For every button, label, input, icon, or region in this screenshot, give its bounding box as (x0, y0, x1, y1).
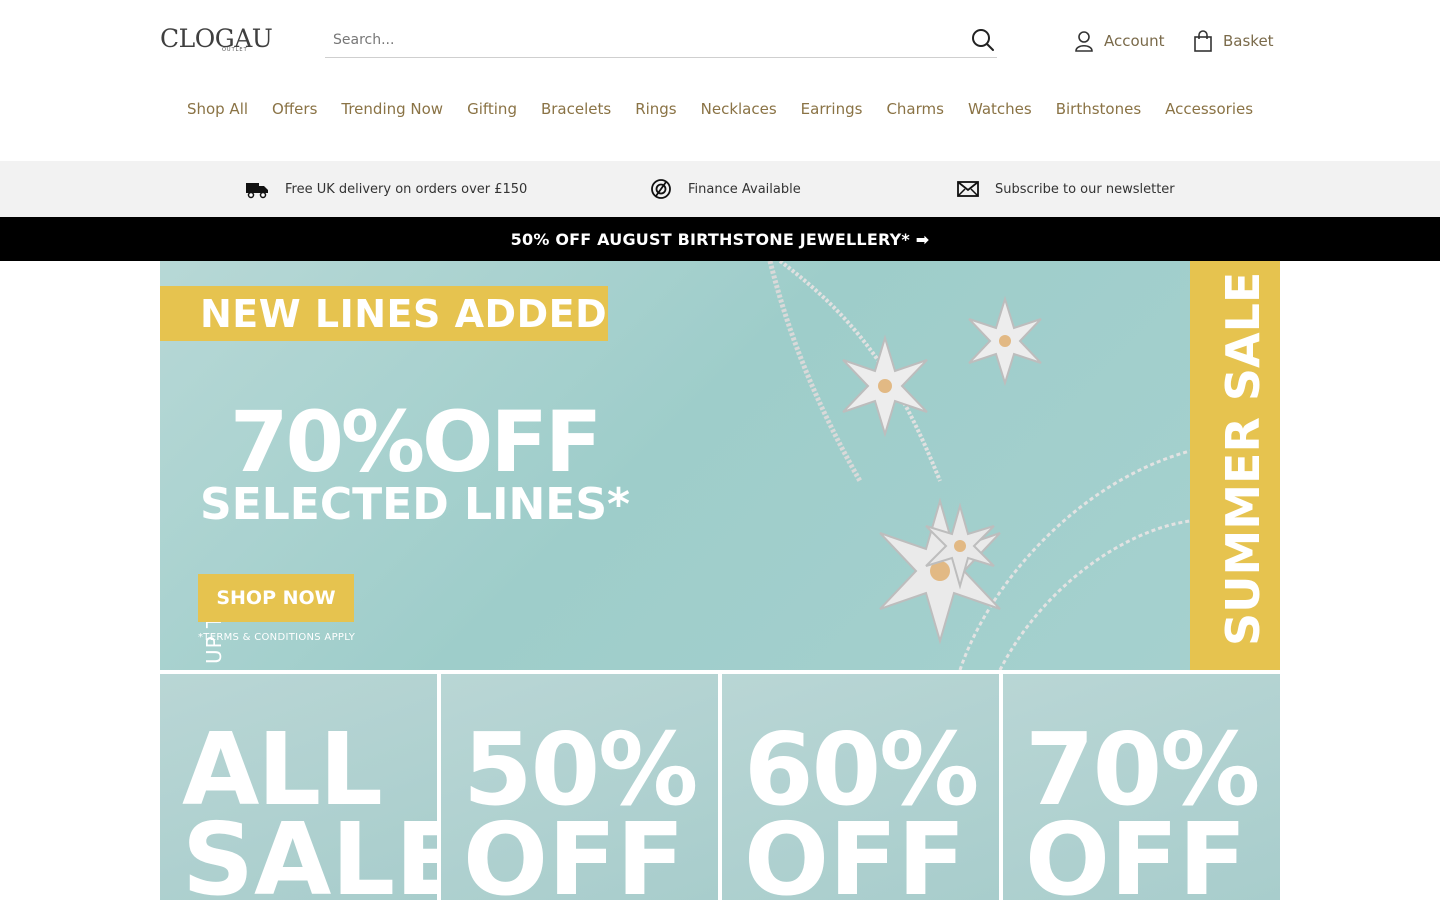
tile-70-off[interactable]: 70% OFF (1003, 674, 1280, 900)
site-header: CLOGAU OUTLET Account Basket Shop All Of… (0, 0, 1440, 160)
search-input[interactable] (333, 30, 953, 50)
main-nav: Shop All Offers Trending Now Gifting Bra… (0, 96, 1440, 122)
nav-accessories[interactable]: Accessories (1153, 96, 1265, 122)
logo-subtext: OUTLET (222, 47, 248, 53)
tile-50-off[interactable]: 50% OFF (441, 674, 718, 900)
tile-60-off[interactable]: 60% OFF (722, 674, 999, 900)
nav-watches[interactable]: Watches (956, 96, 1044, 122)
envelope-icon (957, 181, 979, 197)
search-icon[interactable] (969, 26, 997, 54)
basket-label: Basket (1223, 32, 1274, 50)
tile-small-text: OFF (1025, 801, 1247, 900)
hero-selected-lines: SELECTED LINES* (200, 479, 631, 530)
usp-finance[interactable]: Finance Available (650, 161, 801, 217)
tile-small-text: OFF (744, 801, 966, 900)
promo-text: 50% OFF AUGUST BIRTHSTONE JEWELLERY* ➡ (510, 229, 930, 249)
tile-small-text: SALE (182, 801, 437, 900)
nav-earrings[interactable]: Earrings (789, 96, 875, 122)
nav-trending-now[interactable]: Trending Now (329, 96, 455, 122)
shop-now-button[interactable]: SHOP NOW (198, 574, 354, 622)
hero-percentage: 70%OFF (230, 393, 602, 491)
nav-shop-all[interactable]: Shop All (175, 96, 260, 122)
usp-bar: Free UK delivery on orders over £150 Fin… (0, 161, 1440, 217)
sale-tiles: ALL SALE 50% OFF 60% OFF 70% OFF (160, 674, 1280, 900)
usp-delivery[interactable]: Free UK delivery on orders over £150 (245, 161, 527, 217)
clogau-logo[interactable]: CLOGAU OUTLET (160, 26, 273, 56)
hero-banner[interactable]: NEW LINES ADDED UP TO 70%OFF SELECTED LI… (160, 261, 1280, 670)
nav-gifting[interactable]: Gifting (455, 96, 529, 122)
account-link[interactable]: Account (1072, 28, 1165, 54)
promo-banner[interactable]: 50% OFF AUGUST BIRTHSTONE JEWELLERY* ➡ (0, 217, 1440, 261)
summer-sale-text: SUMMER SALE (1216, 271, 1270, 646)
truck-icon (246, 183, 268, 199)
tile-all-sale[interactable]: ALL SALE (160, 674, 437, 900)
user-icon (1075, 31, 1093, 52)
snowflake-jewellery-image (767, 261, 1190, 670)
hero-terms: *TERMS & CONDITIONS APPLY (198, 632, 356, 643)
nav-offers[interactable]: Offers (260, 96, 329, 122)
tile-small-text: OFF (463, 801, 685, 900)
search-bar (325, 22, 997, 58)
nav-rings[interactable]: Rings (623, 96, 688, 122)
usp-delivery-label: Free UK delivery on orders over £150 (285, 181, 528, 197)
usp-newsletter[interactable]: Subscribe to our newsletter (957, 161, 1175, 217)
summer-sale-strip: SUMMER SALE (1190, 261, 1280, 670)
usp-newsletter-label: Subscribe to our newsletter (995, 181, 1175, 197)
usp-finance-label: Finance Available (688, 181, 801, 197)
basket-link[interactable]: Basket (1191, 28, 1274, 54)
account-label: Account (1104, 32, 1165, 50)
shopping-bag-icon (1194, 30, 1212, 52)
nav-bracelets[interactable]: Bracelets (529, 96, 623, 122)
finance-icon (651, 179, 671, 199)
nav-birthstones[interactable]: Birthstones (1044, 96, 1153, 122)
nav-necklaces[interactable]: Necklaces (689, 96, 789, 122)
hero-headline: NEW LINES ADDED (200, 292, 608, 336)
nav-charms[interactable]: Charms (874, 96, 956, 122)
